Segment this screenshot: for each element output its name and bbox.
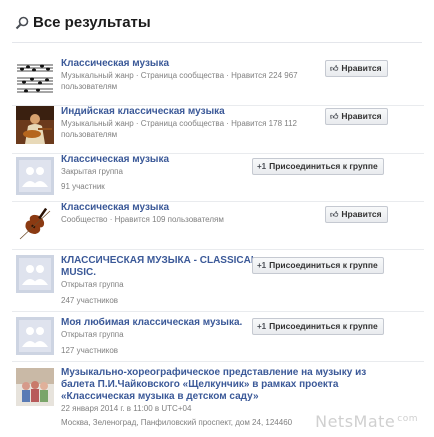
musician-photo-icon: [16, 106, 54, 144]
result-title[interactable]: балета П.И.Чайковского «Щелкунчик» в рам…: [61, 379, 366, 391]
result-thumbnail[interactable]: [16, 255, 54, 293]
result-meta: Сообщество · Нравится 109 пользователям: [61, 215, 224, 224]
join-group-button[interactable]: +1 Присоединиться к группе: [252, 318, 384, 335]
join-group-button[interactable]: +1 Присоединиться к группе: [252, 257, 384, 274]
result-title[interactable]: Классическая музыка: [61, 202, 224, 214]
result-meta: Открытая группа: [61, 330, 124, 339]
result-row-my-favorite-classical: Моя любимая классическая музыка. Открыта…: [12, 312, 424, 362]
result-row-classical-music-group: Классическая музыка Закрытая группа 91 у…: [12, 154, 424, 202]
search-icon: [15, 16, 29, 30]
thumbs-up-icon: 👍︎: [330, 64, 339, 73]
result-title[interactable]: «Классическая музыка в детском саду»: [61, 391, 366, 403]
result-row-classical-music-community: Классическая музыка Сообщество · Нравитс…: [12, 202, 424, 250]
result-title[interactable]: Музыкально-хореографическое представлени…: [61, 367, 366, 379]
join-group-button[interactable]: +1 Присоединиться к группе: [252, 158, 384, 175]
result-row-classical-music-genre: Классическая музыка Музыкальный жанр · С…: [12, 58, 424, 106]
result-title[interactable]: Индийская классическая музыка: [61, 106, 297, 118]
result-row-indian-classical-music: Индийская классическая музыка Музыкальны…: [12, 106, 424, 154]
result-meta: 247 участников: [61, 296, 119, 305]
plus-one-icon: +1: [257, 322, 267, 331]
sheet-music-icon: [16, 58, 54, 96]
results-header: Все результаты: [0, 0, 434, 48]
result-info: Моя любимая классическая музыка. Открыта…: [61, 317, 242, 356]
thumbs-up-icon: 👍︎: [330, 112, 339, 121]
result-thumbnail[interactable]: [16, 317, 54, 355]
group-placeholder-icon: [16, 317, 54, 355]
result-thumbnail[interactable]: [16, 106, 54, 144]
result-meta: пользователям: [61, 82, 118, 91]
result-title[interactable]: Моя любимая классическая музыка.: [61, 317, 242, 329]
plus-one-icon: +1: [257, 162, 267, 171]
result-thumbnail[interactable]: [16, 368, 54, 406]
group-placeholder-icon: [16, 255, 54, 293]
result-meta: Музыкальный жанр · Страница сообщества ·…: [61, 71, 298, 80]
result-title[interactable]: Классическая музыка: [61, 58, 298, 70]
result-title[interactable]: MUSIC.: [61, 267, 257, 279]
result-title[interactable]: Классическая музыка: [61, 154, 169, 166]
like-button[interactable]: 👍︎ Нравится: [325, 60, 388, 77]
result-info: Классическая музыка Сообщество · Нравитс…: [61, 202, 224, 225]
result-info: КЛАССИЧЕСКАЯ МУЗЫКА - CLASSICAL MUSIC. О…: [61, 255, 257, 306]
result-title[interactable]: КЛАССИЧЕСКАЯ МУЗЫКА - CLASSICAL: [61, 255, 257, 267]
violin-icon: [16, 205, 54, 243]
result-row-classical-music-caps: КЛАССИЧЕСКАЯ МУЗЫКА - CLASSICAL MUSIC. О…: [12, 250, 424, 312]
result-meta: Открытая группа: [61, 280, 124, 289]
result-meta: 91 участник: [61, 182, 105, 191]
plus-one-icon: +1: [257, 261, 267, 270]
result-info: Классическая музыка Музыкальный жанр · С…: [61, 58, 298, 92]
result-thumbnail[interactable]: [16, 58, 54, 96]
group-placeholder-icon: [16, 157, 54, 195]
result-info: Классическая музыка Закрытая группа 91 у…: [61, 154, 169, 192]
page-title: Все результаты: [33, 14, 151, 31]
watermark: NetsMate com: [315, 412, 418, 431]
header-divider: [12, 42, 422, 43]
like-button[interactable]: 👍︎ Нравится: [325, 206, 388, 223]
event-photo-icon: [16, 368, 54, 406]
result-info: Индийская классическая музыка Музыкальны…: [61, 106, 297, 140]
result-thumbnail[interactable]: [16, 205, 54, 243]
result-meta: пользователям: [61, 130, 118, 139]
result-meta: Закрытая группа: [61, 167, 123, 176]
thumbs-up-icon: 👍︎: [330, 210, 339, 219]
result-thumbnail[interactable]: [16, 157, 54, 195]
like-button[interactable]: 👍︎ Нравится: [325, 108, 388, 125]
result-meta: Музыкальный жанр · Страница сообщества ·…: [61, 119, 297, 128]
result-meta: 127 участников: [61, 346, 119, 355]
